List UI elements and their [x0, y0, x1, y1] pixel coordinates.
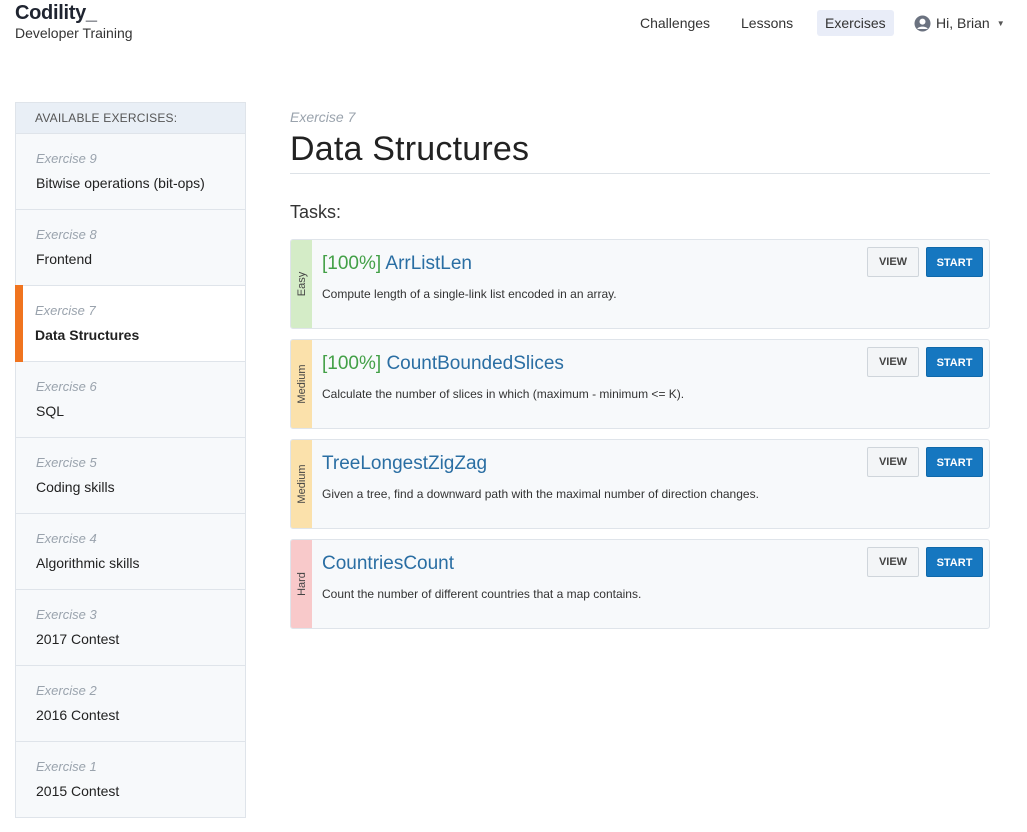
- view-button[interactable]: VIEW: [867, 547, 919, 577]
- task-description: Compute length of a single-link list enc…: [322, 287, 617, 301]
- exercise-number: Exercise 7: [35, 303, 96, 318]
- sidebar-item-exercise-6[interactable]: Exercise 6 SQL: [16, 362, 245, 438]
- exercise-number: Exercise 1: [36, 759, 97, 774]
- task-score: [100%]: [322, 353, 382, 374]
- difficulty-badge: Medium: [291, 440, 312, 528]
- difficulty-label: Hard: [295, 572, 308, 596]
- view-button[interactable]: VIEW: [867, 447, 919, 477]
- task-name: TreeLongestZigZag: [322, 453, 488, 474]
- nav-challenges[interactable]: Challenges: [632, 10, 718, 36]
- exercise-name: Bitwise operations (bit-ops): [36, 175, 205, 191]
- exercise-name: 2017 Contest: [36, 631, 120, 647]
- difficulty-label: Easy: [295, 271, 308, 297]
- page-title: Data Structures: [290, 130, 530, 168]
- task-card-countboundedslices: Medium [100%] CountBoundedSlices Calcula…: [290, 339, 990, 429]
- user-menu[interactable]: Hi, Brian ▼: [914, 10, 1005, 36]
- sidebar-item-exercise-5[interactable]: Exercise 5 Coding skills: [16, 438, 245, 514]
- exercise-number: Exercise 9: [36, 151, 97, 166]
- view-button[interactable]: VIEW: [867, 247, 919, 277]
- task-title-link[interactable]: TreeLongestZigZag: [322, 453, 487, 475]
- exercise-number: Exercise 2: [36, 683, 97, 698]
- task-title-link[interactable]: [100%] CountBoundedSlices: [322, 353, 564, 375]
- exercise-name: Data Structures: [35, 327, 140, 343]
- exercise-name: 2016 Contest: [36, 707, 120, 723]
- exercise-name: SQL: [36, 403, 65, 419]
- difficulty-badge: Medium: [291, 340, 312, 428]
- task-name: CountriesCount: [322, 553, 455, 574]
- difficulty-label: Medium: [295, 464, 308, 504]
- task-card-countriescount: Hard CountriesCount Count the number of …: [290, 539, 990, 629]
- start-button[interactable]: START: [926, 447, 983, 477]
- user-circle-icon: [914, 15, 931, 31]
- start-button[interactable]: START: [926, 547, 983, 577]
- nav-lessons[interactable]: Lessons: [733, 10, 801, 36]
- codility-logo[interactable]: Codility_: [15, 2, 97, 25]
- exercise-number-label: Exercise 7: [290, 109, 356, 125]
- exercise-number: Exercise 8: [36, 227, 97, 242]
- task-description: Calculate the number of slices in which …: [322, 387, 685, 401]
- title-divider: [290, 173, 990, 174]
- exercise-name: 2015 Contest: [36, 783, 120, 799]
- top-bar: Codility_ Developer Training Challenges …: [0, 0, 1027, 60]
- task-description: Given a tree, find a downward path with …: [322, 487, 759, 501]
- logo-subtitle: Developer Training: [15, 25, 133, 41]
- difficulty-badge: Hard: [291, 540, 312, 628]
- exercise-number: Exercise 3: [36, 607, 97, 622]
- start-button[interactable]: START: [926, 347, 983, 377]
- sidebar-item-exercise-2[interactable]: Exercise 2 2016 Contest: [16, 666, 245, 742]
- task-description: Count the number of different countries …: [322, 587, 642, 601]
- exercise-number: Exercise 5: [36, 455, 97, 470]
- difficulty-label: Medium: [295, 364, 308, 404]
- task-card-arrlistlen: Easy [100%] ArrListLen Compute length of…: [290, 239, 990, 329]
- caret-down-icon: ▼: [996, 18, 1005, 28]
- task-name: ArrListLen: [385, 253, 472, 274]
- sidebar-item-exercise-4[interactable]: Exercise 4 Algorithmic skills: [16, 514, 245, 590]
- exercise-number: Exercise 6: [36, 379, 97, 394]
- difficulty-badge: Easy: [291, 240, 312, 328]
- nav-exercises[interactable]: Exercises: [817, 10, 894, 36]
- sidebar-header: AVAILABLE EXERCISES:: [16, 103, 245, 134]
- view-button[interactable]: VIEW: [867, 347, 919, 377]
- sidebar-item-exercise-1[interactable]: Exercise 1 2015 Contest: [16, 742, 245, 818]
- exercise-name: Frontend: [36, 251, 93, 267]
- exercise-name: Algorithmic skills: [36, 555, 140, 571]
- task-card-treelongestzigzag: Medium TreeLongestZigZag Given a tree, f…: [290, 439, 990, 529]
- exercise-name: Coding skills: [36, 479, 115, 495]
- exercise-number: Exercise 4: [36, 531, 97, 546]
- sidebar-item-exercise-7[interactable]: Exercise 7 Data Structures: [15, 285, 245, 362]
- task-name: CountBoundedSlices: [386, 353, 564, 374]
- tasks-heading: Tasks:: [290, 202, 342, 222]
- task-score: [100%]: [322, 253, 382, 274]
- task-title-link[interactable]: CountriesCount: [322, 553, 454, 575]
- sidebar-item-exercise-9[interactable]: Exercise 9 Bitwise operations (bit-ops): [16, 134, 245, 210]
- task-title-link[interactable]: [100%] ArrListLen: [322, 253, 472, 275]
- start-button[interactable]: START: [926, 247, 983, 277]
- user-greeting: Hi, Brian: [936, 15, 990, 31]
- sidebar-item-exercise-8[interactable]: Exercise 8 Frontend: [16, 210, 245, 286]
- exercise-sidebar: AVAILABLE EXERCISES: Exercise 9 Bitwise …: [15, 102, 246, 818]
- sidebar-item-exercise-3[interactable]: Exercise 3 2017 Contest: [16, 590, 245, 666]
